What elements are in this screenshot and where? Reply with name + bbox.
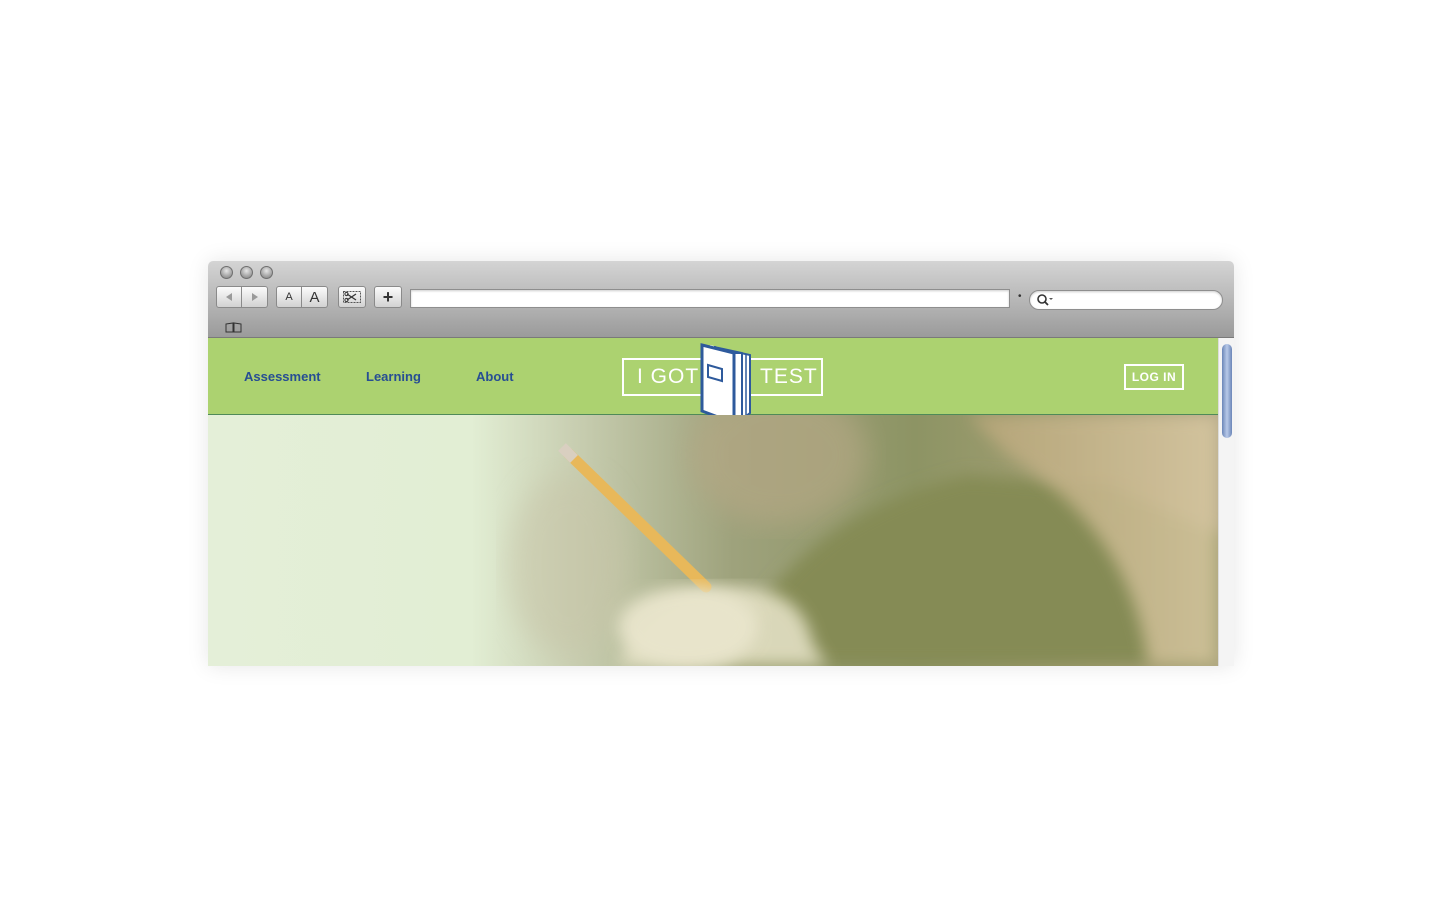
text-bigger-button[interactable]: A bbox=[302, 286, 328, 308]
login-button[interactable]: LOG IN bbox=[1124, 364, 1184, 390]
text-size-buttons: A A bbox=[276, 286, 328, 308]
browser-toolbar: A A + • bbox=[208, 261, 1234, 320]
forward-icon bbox=[251, 293, 258, 301]
page-viewport: Assessment Learning About I GOT TEST LOG… bbox=[208, 338, 1218, 666]
zoom-window-button[interactable] bbox=[260, 266, 273, 279]
scrollbar-thumb[interactable] bbox=[1222, 344, 1232, 438]
scissors-icon bbox=[343, 291, 361, 303]
site-header: Assessment Learning About I GOT TEST LOG… bbox=[208, 338, 1218, 425]
hero-image bbox=[208, 415, 1218, 666]
search-icon bbox=[1037, 294, 1053, 306]
nav-about-link[interactable]: About bbox=[476, 369, 514, 384]
snip-button[interactable] bbox=[338, 286, 366, 308]
back-button[interactable] bbox=[216, 286, 242, 308]
logo-text-right: TEST bbox=[760, 365, 818, 388]
nav-learning-link[interactable]: Learning bbox=[366, 369, 421, 384]
text-smaller-button[interactable]: A bbox=[276, 286, 302, 308]
search-field[interactable] bbox=[1029, 290, 1223, 310]
back-icon bbox=[226, 293, 232, 301]
add-button-group: + bbox=[374, 286, 402, 308]
hero-photo-student-writing bbox=[508, 415, 1218, 666]
nav-assessment-link[interactable]: Assessment bbox=[244, 369, 321, 384]
minimize-window-button[interactable] bbox=[240, 266, 253, 279]
address-bar[interactable] bbox=[410, 289, 1010, 308]
bookmarks-bar bbox=[208, 319, 1234, 338]
window-controls bbox=[220, 266, 273, 279]
book-logo-icon bbox=[700, 343, 751, 425]
snip-button-group bbox=[338, 286, 366, 308]
bookmarks-book-icon[interactable] bbox=[225, 322, 242, 333]
logo-text-left: I GOT bbox=[637, 365, 700, 388]
add-bookmark-button[interactable]: + bbox=[374, 286, 402, 308]
close-window-button[interactable] bbox=[220, 266, 233, 279]
browser-window: A A + • Assessment Learning About I GOT … bbox=[208, 261, 1234, 666]
forward-button[interactable] bbox=[242, 286, 268, 308]
address-separator: • bbox=[1018, 291, 1022, 302]
vertical-scrollbar[interactable] bbox=[1218, 338, 1234, 666]
history-buttons bbox=[216, 286, 268, 308]
